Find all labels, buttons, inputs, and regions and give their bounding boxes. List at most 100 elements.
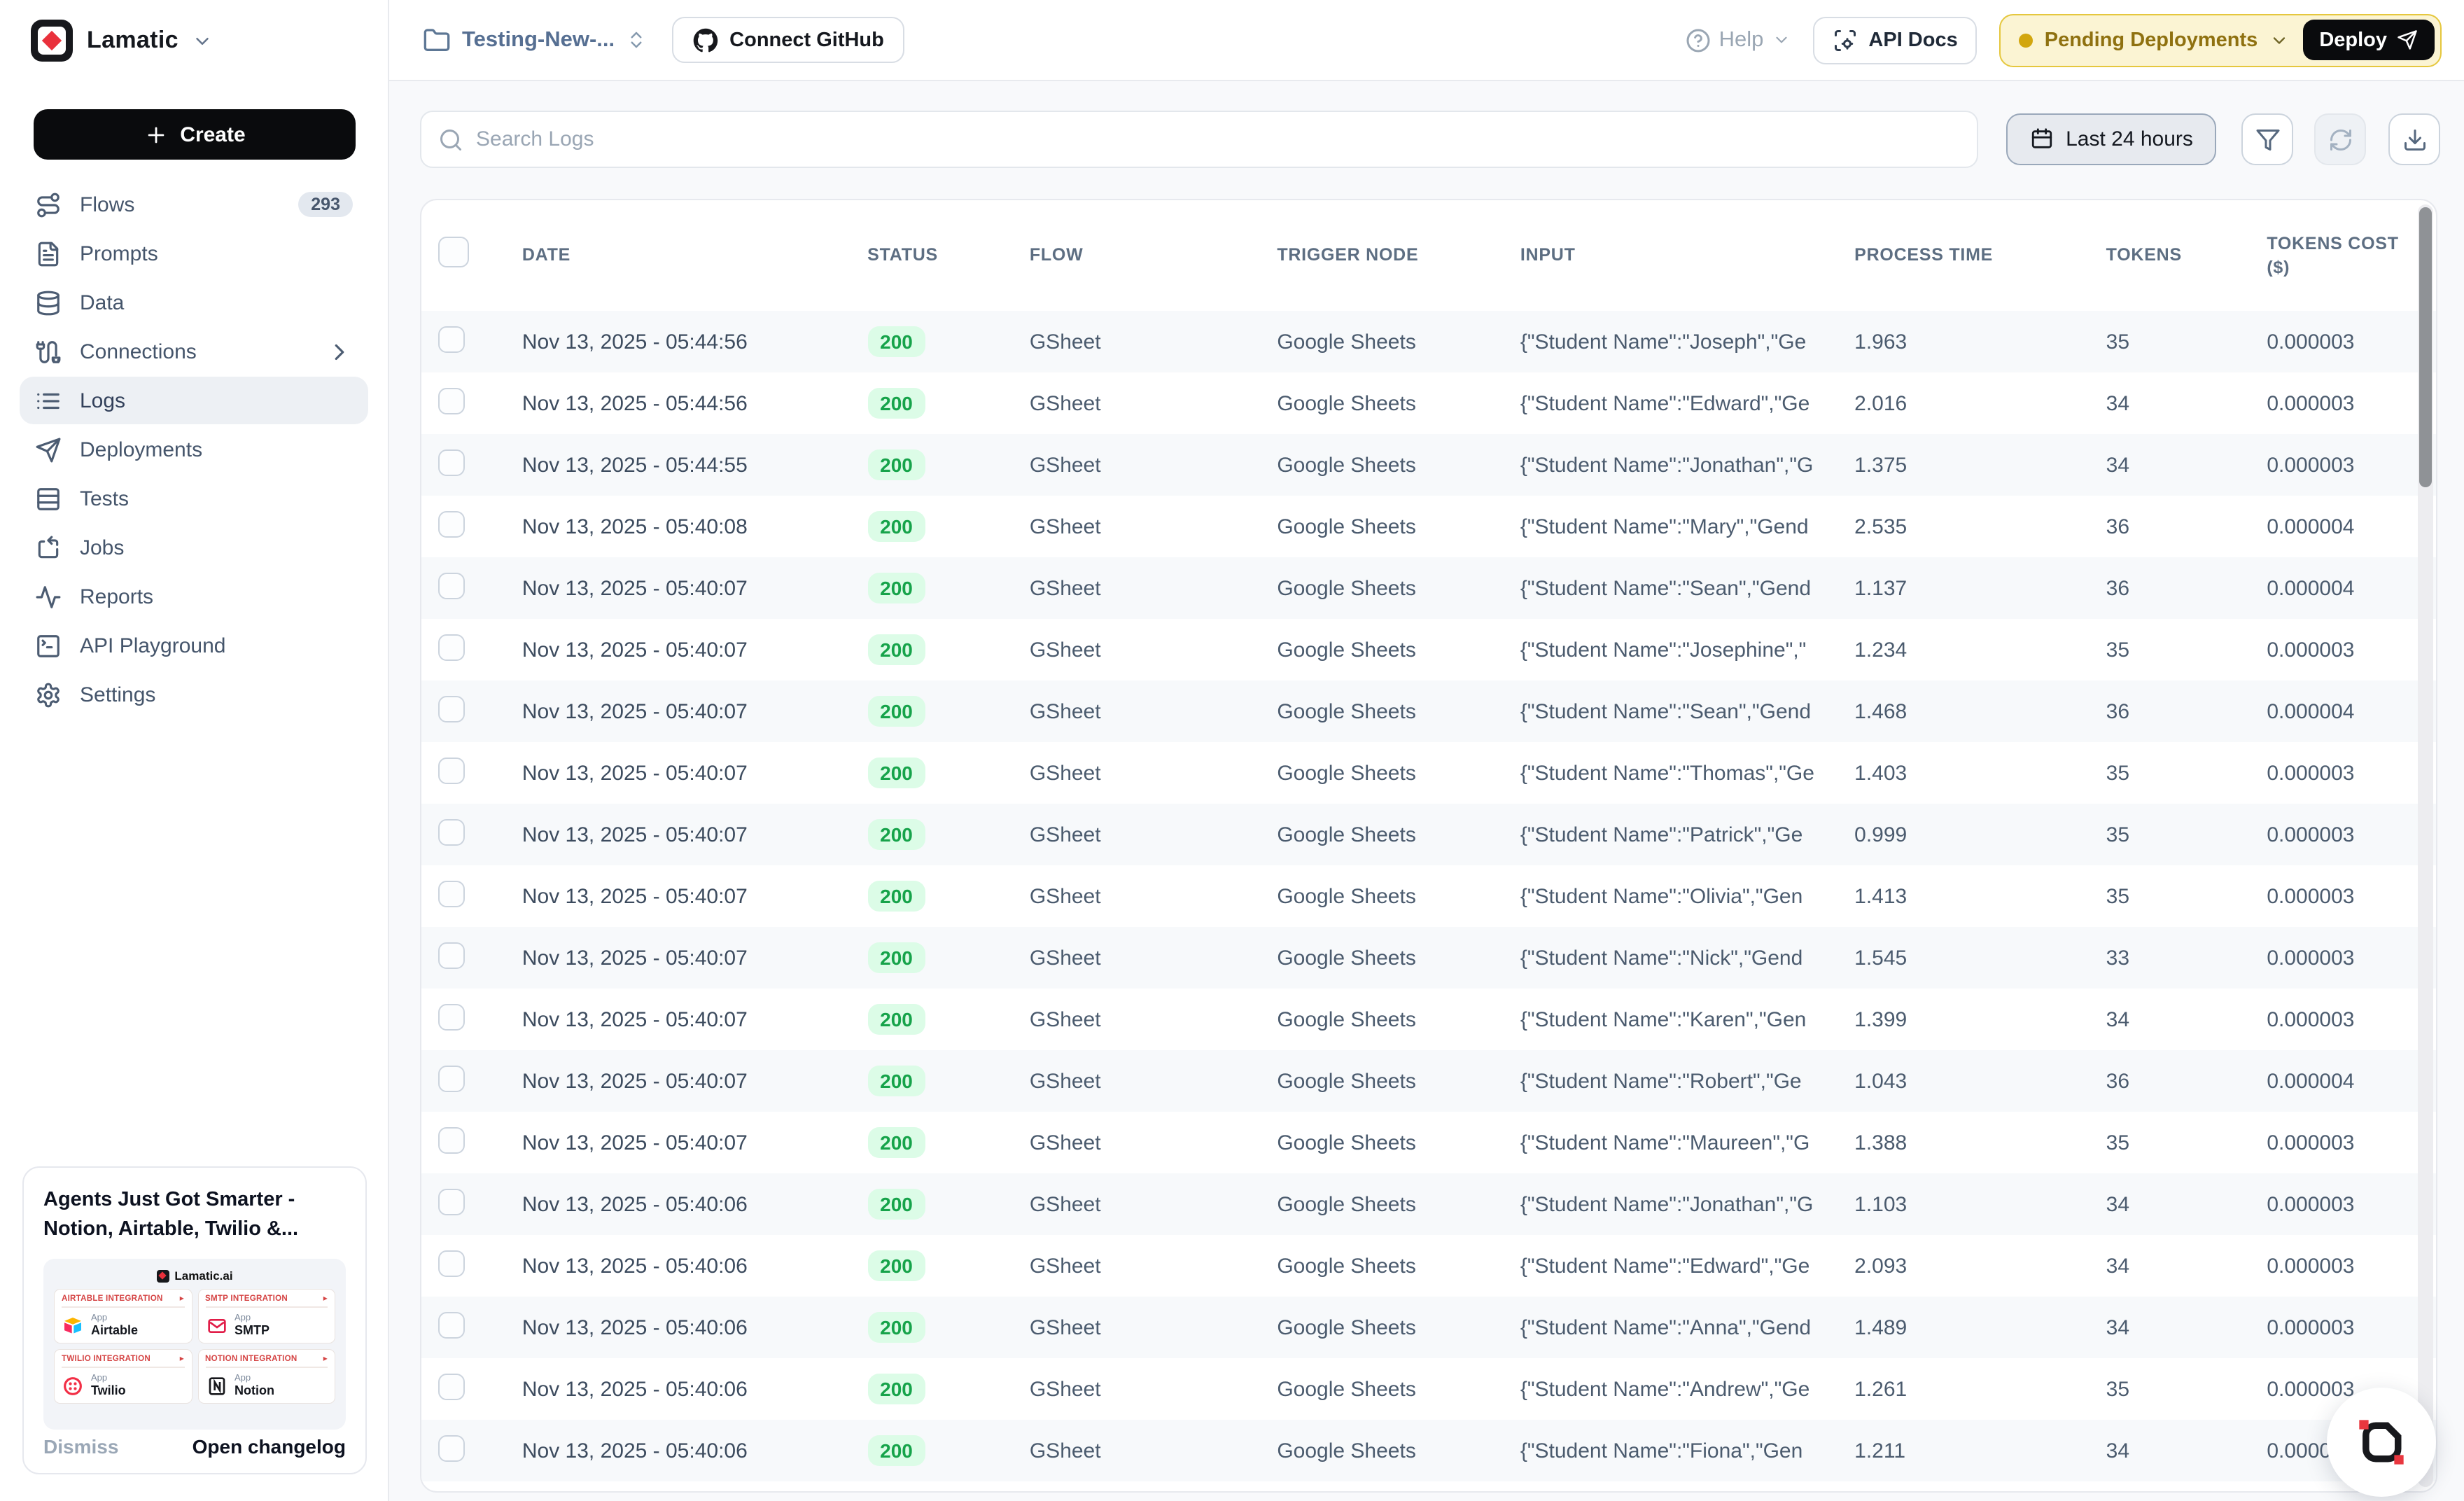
row-checkbox[interactable] [438,757,465,783]
row-checkbox[interactable] [438,880,465,907]
row-checkbox[interactable] [438,387,465,414]
connect-github-button[interactable]: Connect GitHub [672,17,905,63]
table-row[interactable]: Nov 13, 2025 - 05:40:06200GSheetGoogle S… [421,1358,2436,1420]
status-badge: 200 [867,1435,925,1466]
select-all-checkbox[interactable] [438,237,469,267]
time-range-button[interactable]: Last 24 hours [2006,113,2216,165]
table-row[interactable]: Nov 13, 2025 - 05:40:07200GSheetGoogle S… [421,1112,2436,1173]
table-row[interactable]: Nov 13, 2025 - 05:40:07200GSheetGoogle S… [421,619,2436,680]
row-checkbox[interactable] [438,1126,465,1153]
status-badge: 200 [867,758,925,788]
row-checkbox[interactable] [438,572,465,599]
pending-deployments-dropdown[interactable]: Pending Deployments Deploy [2000,13,2442,67]
cell-date: Nov 13, 2025 - 05:40:07 [505,823,850,846]
cell-date: Nov 13, 2025 - 05:40:06 [505,1254,850,1278]
api-docs-button[interactable]: API Docs [1812,16,1977,64]
sidebar-item-logs[interactable]: Logs [20,377,368,424]
sidebar-item-tests[interactable]: Tests [20,475,368,522]
project-selector[interactable]: Testing-New-... [423,26,647,54]
logs-icon [35,387,62,414]
table-row[interactable]: Nov 13, 2025 - 05:40:06200GSheetGoogle S… [421,1420,2436,1481]
table-row[interactable]: Nov 13, 2025 - 05:40:06200GSheetGoogle S… [421,1235,2436,1297]
table-row[interactable]: Nov 13, 2025 - 05:44:56200GSheetGoogle S… [421,372,2436,434]
cell-process-time: 1.963 [1837,330,2090,354]
assistant-widget-button[interactable] [2327,1388,2436,1497]
cell-tokens: 34 [2090,453,2250,477]
sidebar-item-data[interactable]: Data [20,279,368,326]
table-row[interactable]: Nov 13, 2025 - 05:40:07200GSheetGoogle S… [421,804,2436,865]
sidebar-item-reports[interactable]: Reports [20,573,368,620]
sidebar-item-deployments[interactable]: Deployments [20,426,368,473]
cell-flow: GSheet [1013,1254,1261,1278]
row-checkbox[interactable] [438,942,465,968]
count-badge: 293 [298,192,353,217]
row-checkbox[interactable] [438,818,465,845]
row-checkbox[interactable] [438,1003,465,1030]
refresh-button[interactable] [2314,113,2366,165]
filter-button[interactable] [2241,113,2293,165]
table-row[interactable]: Nov 13, 2025 - 05:40:07200GSheetGoogle S… [421,1050,2436,1112]
sidebar-item-flows[interactable]: Flows 293 [20,181,368,228]
sidebar-item-jobs[interactable]: Jobs [20,524,368,571]
cell-trigger-node: Google Sheets [1260,761,1504,785]
help-menu[interactable]: Help [1686,27,1791,53]
cell-tokens-cost: 0.000004 [2250,515,2436,538]
cell-date: Nov 13, 2025 - 05:40:07 [505,576,850,600]
sidebar-item-settings[interactable]: Settings [20,671,368,718]
project-name: Testing-New-... [462,27,615,53]
table-scrollbar-thumb[interactable] [2419,207,2432,487]
cell-tokens-cost: 0.000004 [2250,699,2436,723]
table-row[interactable]: Nov 13, 2025 - 05:40:07200GSheetGoogle S… [421,742,2436,804]
cell-flow: GSheet [1013,946,1261,970]
cell-date: Nov 13, 2025 - 05:44:56 [505,391,850,415]
cell-tokens-cost: 0.000003 [2250,1254,2436,1278]
sidebar-item-connections[interactable]: Connections [20,328,368,375]
create-button[interactable]: Create [34,109,356,160]
download-button[interactable] [2388,113,2440,165]
sidebar-item-api-playground[interactable]: API Playground [20,622,368,669]
table-row[interactable]: Nov 13, 2025 - 05:40:06200GSheetGoogle S… [421,1173,2436,1235]
row-checkbox[interactable] [438,634,465,660]
table-row[interactable]: Nov 13, 2025 - 05:40:07200GSheetGoogle S… [421,927,2436,989]
row-checkbox[interactable] [438,510,465,537]
cell-tokens-cost: 0.000003 [2250,823,2436,846]
row-checkbox[interactable] [438,326,465,352]
sidebar-item-label: Deployments [80,438,202,461]
table-row[interactable]: Nov 13, 2025 - 05:40:07200GSheetGoogle S… [421,989,2436,1050]
header-tokens: TOKENS [2090,244,2250,267]
table-row[interactable]: Nov 13, 2025 - 05:40:07200GSheetGoogle S… [421,680,2436,742]
changelog-card: Agents Just Got Smarter - Notion, Airtab… [22,1166,367,1474]
status-badge: 200 [867,819,925,850]
calendar-icon [2029,127,2053,151]
header-tokens-cost: TOKENS COST ($) [2250,232,2436,279]
row-checkbox[interactable] [438,1065,465,1091]
row-checkbox[interactable] [438,449,465,475]
search-input[interactable] [476,127,1960,151]
workspace-switcher[interactable]: Lamatic [0,0,388,62]
row-checkbox[interactable] [438,1311,465,1338]
promo-app-name: Airtable [91,1323,138,1337]
open-changelog-button[interactable]: Open changelog [192,1435,346,1458]
table-row[interactable]: Nov 13, 2025 - 05:40:07200GSheetGoogle S… [421,557,2436,619]
row-checkbox[interactable] [438,1188,465,1215]
row-checkbox[interactable] [438,1434,465,1461]
row-checkbox[interactable] [438,695,465,722]
cell-input: {"Student Name":"Olivia","Gen [1504,884,1837,908]
table-row[interactable]: Nov 13, 2025 - 05:44:55200GSheetGoogle S… [421,434,2436,496]
dismiss-button[interactable]: Dismiss [43,1435,118,1458]
table-row[interactable]: Nov 13, 2025 - 05:40:08200GSheetGoogle S… [421,496,2436,557]
deploy-button[interactable]: Deploy [2302,20,2435,60]
sidebar-item-prompts[interactable]: Prompts [20,230,368,277]
sidebar-item-label: Flows [80,193,134,216]
table-scrollbar[interactable] [2418,204,2433,1487]
row-checkbox[interactable] [438,1250,465,1276]
cell-trigger-node: Google Sheets [1260,946,1504,970]
status-badge: 200 [867,696,925,727]
table-row[interactable]: Nov 13, 2025 - 05:40:07200GSheetGoogle S… [421,865,2436,927]
table-row[interactable]: Nov 13, 2025 - 05:44:56200GSheetGoogle S… [421,311,2436,372]
row-checkbox[interactable] [438,1373,465,1399]
cell-tokens: 33 [2090,946,2250,970]
table-row[interactable]: Nov 13, 2025 - 05:40:06200GSheetGoogle S… [421,1297,2436,1358]
cell-tokens-cost: 0.000003 [2250,884,2436,908]
status-badge: 200 [867,634,925,665]
